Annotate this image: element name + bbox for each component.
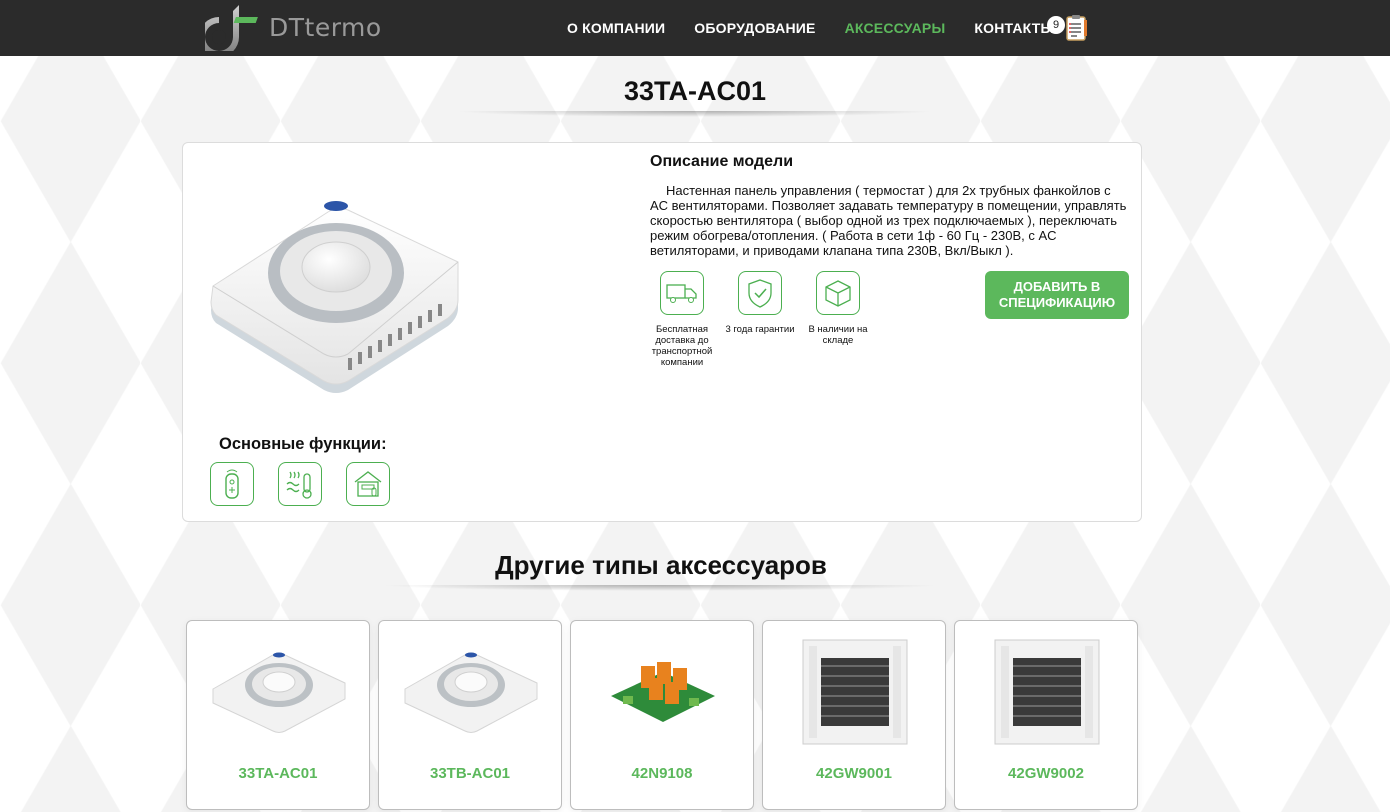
section-title: Другие типы аксессуаров [495, 550, 827, 580]
description-title: Описание модели [650, 153, 794, 170]
logo-mark-icon [205, 5, 258, 51]
description-text: Настенная панель управления ( термостат … [650, 183, 1127, 258]
nav-contacts[interactable]: КОНТАКТЫ [974, 20, 1054, 36]
product-card: Основные функции: Описание модели Настен… [182, 142, 1142, 522]
product-image [210, 201, 459, 393]
accessory-image [207, 635, 351, 749]
feature-item: Бесплатная доставка до транспортной комп… [647, 271, 717, 368]
delivery-truck-icon [660, 271, 704, 315]
accessory-card[interactable]: 33TB-AC01 [378, 620, 562, 810]
heating-thermometer-icon [278, 462, 322, 506]
section-divider [380, 585, 940, 591]
accessory-name[interactable]: 42GW9002 [955, 765, 1137, 782]
page-title: 33TA-AC01 [623, 76, 767, 106]
brand-logo[interactable]: DTtermo [205, 2, 382, 52]
room-climate-icon [346, 462, 390, 506]
accessory-image [591, 635, 735, 749]
functions-title: Основные функции: [219, 435, 387, 453]
top-navbar: DTtermo О КОМПАНИИ ОБОРУДОВАНИЕ АКСЕССУА… [0, 0, 1390, 56]
accessory-image [975, 635, 1119, 749]
box-in-stock-icon [816, 271, 860, 315]
nav-equipment[interactable]: ОБОРУДОВАНИЕ [694, 20, 815, 36]
feature-item: В наличии на складе [803, 271, 873, 368]
functions-icons [210, 462, 414, 506]
shield-guarantee-icon [738, 271, 782, 315]
nav-about[interactable]: О КОМПАНИИ [567, 20, 665, 36]
remote-control-icon [210, 462, 254, 506]
accessory-name[interactable]: 42N9108 [571, 765, 753, 782]
specification-cart[interactable]: 9 [1045, 12, 1091, 44]
accessory-image [399, 635, 543, 749]
title-divider [455, 111, 935, 117]
add-to-specification-button[interactable]: ДОБАВИТЬ В СПЕЦИФИКАЦИЮ [985, 271, 1129, 319]
accessory-card[interactable]: 42GW9002 [954, 620, 1138, 810]
accessory-name[interactable]: 33TB-AC01 [379, 765, 561, 782]
cart-count-badge: 9 [1047, 16, 1065, 34]
accessory-card[interactable]: 42N9108 [570, 620, 754, 810]
accessory-card[interactable]: 33TA-AC01 [186, 620, 370, 810]
accessory-card[interactable]: 42GW9001 [762, 620, 946, 810]
feature-list: Бесплатная доставка до транспортной комп… [647, 271, 881, 368]
feature-item: 3 года гарантии [725, 271, 795, 368]
main-nav: О КОМПАНИИ ОБОРУДОВАНИЕ АКСЕССУАРЫ КОНТА… [567, 0, 1083, 56]
brand-name: DTtermo [269, 12, 382, 42]
accessory-list: 33TA-AC01 33TB-AC01 42N9108 42GW9001 42G… [186, 620, 1146, 810]
nav-accessories[interactable]: АКСЕССУАРЫ [845, 20, 946, 36]
accessory-image [783, 635, 927, 749]
accessory-name[interactable]: 42GW9001 [763, 765, 945, 782]
feature-label: Бесплатная доставка до транспортной комп… [651, 324, 713, 368]
accessory-name[interactable]: 33TA-AC01 [187, 765, 369, 782]
feature-label: 3 года гарантии [725, 324, 795, 335]
clipboard-icon [1066, 15, 1087, 41]
feature-label: В наличии на складе [808, 324, 868, 346]
